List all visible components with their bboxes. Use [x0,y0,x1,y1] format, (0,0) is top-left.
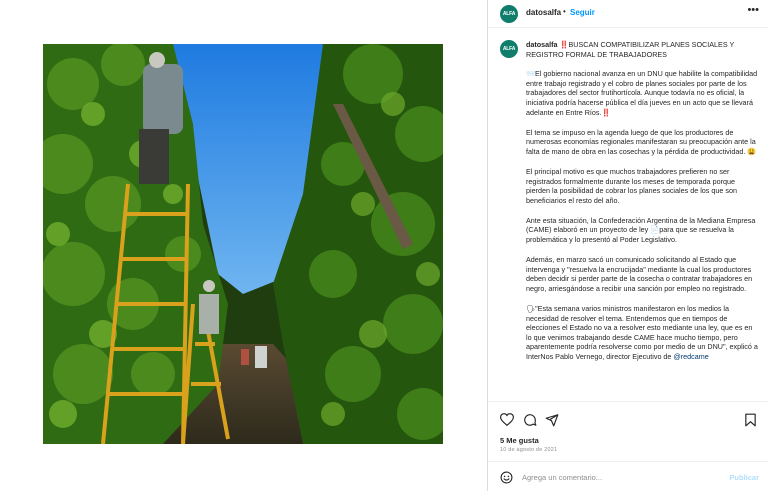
media-pane [0,0,487,491]
caption-section: ALFA datosalfa ‼️BUSCAN COMPATIBILIZAR P… [488,29,768,401]
caption-username[interactable]: datosalfa [526,40,558,49]
likes-count[interactable]: 5 Me gusta [500,436,539,445]
orchard-photo-image [43,44,443,444]
share-icon[interactable] [545,413,559,427]
action-bar [488,401,768,431]
caption-paragraph: 📨El gobierno nacional avanza en un DNU q… [526,69,758,117]
avatar[interactable]: ALFA [500,5,518,23]
mention-link[interactable]: @redcame [673,352,708,361]
caption-quote: 🗣"Esta semana varios ministros manifesta… [526,303,758,361]
caption-paragraph: Ante esta situación, la Confederación Ar… [526,215,756,244]
comment-input[interactable] [522,470,712,484]
caption-text: datosalfa ‼️BUSCAN COMPATIBILIZAR PLANES… [526,40,758,372]
comment-bar: Publicar [488,461,768,491]
caption-title: ‼️BUSCAN COMPATIBILIZAR PLANES SOCIALES … [526,40,735,59]
post-header: ALFA datosalfa • Seguir ••• [488,0,768,28]
follow-button[interactable]: Seguir [570,8,595,17]
username-link[interactable]: datosalfa [526,8,561,17]
separator-dot: • [563,7,566,16]
post-photo[interactable] [43,44,443,444]
publish-button[interactable]: Publicar [729,473,759,482]
caption-paragraph: El tema se impuso en la agenda luego de … [526,127,757,156]
bookmark-icon[interactable] [744,413,757,427]
caption-avatar[interactable]: ALFA [500,40,518,58]
comment-icon[interactable] [523,413,537,427]
more-icon[interactable]: ••• [747,4,759,16]
emoji-icon[interactable] [500,471,513,484]
caption-paragraph: Además, en marzo sacó un comunicado soli… [526,255,753,293]
post-detail-pane: ALFA datosalfa • Seguir ••• ALFA datosal… [487,0,768,491]
caption-paragraph-last: 🗣"Esta semana varios ministros manifesta… [526,304,758,362]
caption-paragraph: El principal motivo es que muchos trabaj… [526,166,737,205]
heart-icon[interactable] [500,413,514,426]
post-date[interactable]: 10 de agosto de 2021 [500,447,557,453]
